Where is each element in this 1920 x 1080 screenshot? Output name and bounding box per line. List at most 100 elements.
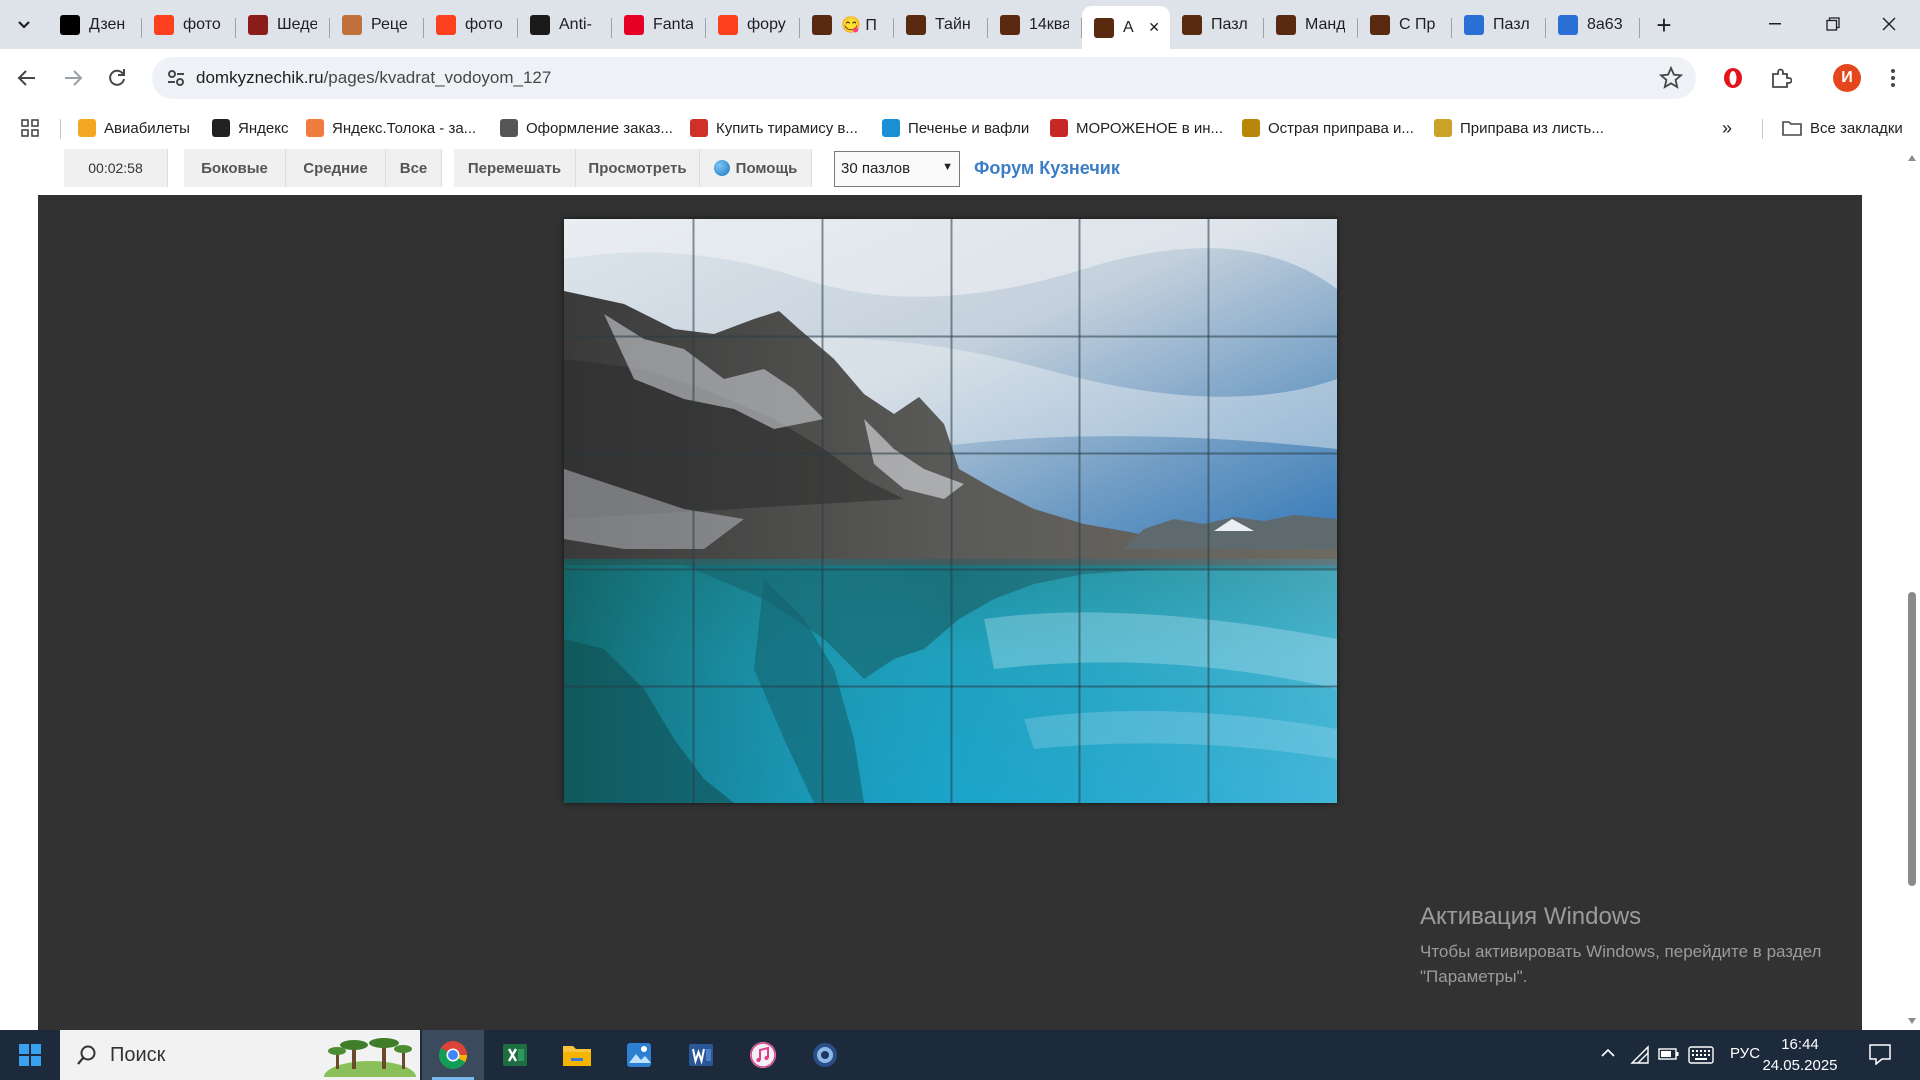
bookmark-item[interactable]: Острая приправа и... xyxy=(1242,115,1414,141)
all-button[interactable]: Все xyxy=(386,149,442,187)
taskbar-photos[interactable] xyxy=(608,1030,670,1080)
taskbar-word[interactable] xyxy=(670,1030,732,1080)
page-scrollbar[interactable] xyxy=(1904,149,1920,1030)
browser-tab[interactable]: Шеде xyxy=(236,6,330,43)
battery-icon[interactable] xyxy=(1658,1047,1680,1061)
back-button[interactable] xyxy=(10,61,44,95)
middle-button[interactable]: Средние xyxy=(286,149,386,187)
tab-search-button[interactable] xyxy=(10,11,38,39)
browser-tab[interactable]: Fanta xyxy=(612,6,706,43)
browser-tab[interactable]: Дзен xyxy=(48,6,142,43)
puzzle-blue-icon xyxy=(1464,14,1484,35)
windows-taskbar: Поиск РУС 16:44 24.05.2025 xyxy=(0,1030,1920,1080)
bookmark-item[interactable]: МОРОЖЕНОЕ в ин... xyxy=(1050,115,1223,141)
restore-button[interactable] xyxy=(1810,10,1856,38)
search-placeholder: Поиск xyxy=(110,1043,166,1066)
more-bookmarks-button[interactable]: » xyxy=(1722,115,1732,141)
taskbar-excel[interactable] xyxy=(484,1030,546,1080)
browser-tab[interactable]: фото xyxy=(142,6,236,43)
tab-title: Манд xyxy=(1305,15,1345,33)
browser-tab[interactable]: 8a63 xyxy=(1546,6,1640,43)
bookmarks-divider xyxy=(1762,119,1763,139)
forum-link[interactable]: Форум Кузнечик xyxy=(974,158,1120,179)
menu-button[interactable] xyxy=(1876,61,1910,95)
notifications-icon[interactable] xyxy=(1868,1043,1892,1065)
tab-title: Шеде xyxy=(277,15,317,33)
reload-button[interactable] xyxy=(100,61,134,95)
bookmarks-divider xyxy=(60,119,61,139)
kebab-menu-icon xyxy=(1891,69,1895,87)
scroll-up-arrow-icon[interactable] xyxy=(1908,155,1916,161)
scroll-thumb[interactable] xyxy=(1908,592,1916,886)
browser-tab[interactable]: фото xyxy=(424,6,518,43)
tab-title: фору xyxy=(747,15,786,33)
browser-tab[interactable]: 😋 П xyxy=(800,6,894,43)
browser-tab[interactable]: А ✕ xyxy=(1082,6,1170,49)
bookmark-favicon-icon xyxy=(1242,119,1260,137)
preview-button[interactable]: Просмотреть xyxy=(576,149,700,187)
bookmark-label: Печенье и вафли xyxy=(908,119,1030,137)
taskbar-file-explorer[interactable] xyxy=(546,1030,608,1080)
search-highlight-illustration-icon xyxy=(324,1038,416,1077)
sides-button[interactable]: Боковые xyxy=(184,149,286,187)
network-icon[interactable] xyxy=(1630,1045,1650,1065)
bookmark-item[interactable]: Купить тирамису в... xyxy=(690,115,858,141)
bookmark-item[interactable]: Оформление заказ... xyxy=(500,115,673,141)
show-hidden-icons-chevron-icon[interactable] xyxy=(1600,1048,1616,1058)
bookmark-item[interactable]: Печенье и вафли xyxy=(882,115,1029,141)
bookmark-label: Оформление заказ... xyxy=(526,119,673,137)
close-window-button[interactable] xyxy=(1866,10,1912,38)
browser-tab[interactable]: Anti- xyxy=(518,6,612,43)
excel-icon xyxy=(503,1044,527,1066)
bookmark-label: Яндекс xyxy=(238,119,289,137)
all-bookmarks-button[interactable]: Все закладки xyxy=(1782,115,1903,141)
site-settings-icon[interactable] xyxy=(164,66,188,90)
bookmark-item[interactable]: Приправа из листь... xyxy=(1434,115,1604,141)
bookmark-favicon-icon xyxy=(882,119,900,137)
activation-text: Чтобы активировать Windows, перейдите в … xyxy=(1420,942,1822,986)
bookmark-item[interactable]: Авиабилеты xyxy=(78,115,190,141)
profile-avatar[interactable]: И xyxy=(1833,64,1861,92)
tab-title: Пазл xyxy=(1211,15,1248,33)
address-bar[interactable]: domkyznechik.ru/pages/kvadrat_vodoyom_12… xyxy=(152,57,1696,99)
start-button[interactable] xyxy=(0,1030,60,1080)
apps-button[interactable] xyxy=(20,115,40,141)
forward-button[interactable] xyxy=(56,61,90,95)
bookmark-label: Приправа из листь... xyxy=(1460,119,1604,137)
browser-tab[interactable]: Манд xyxy=(1264,6,1358,43)
search-icon xyxy=(77,1045,96,1065)
extensions-button[interactable] xyxy=(1764,61,1798,95)
taskbar-clock[interactable]: 16:44 24.05.2025 xyxy=(1762,1034,1838,1076)
taskbar-itunes[interactable] xyxy=(732,1030,794,1080)
browser-tab[interactable]: С Пр xyxy=(1358,6,1452,43)
close-tab-icon[interactable]: ✕ xyxy=(1148,19,1160,36)
word-icon xyxy=(689,1044,713,1066)
tab-title: 😋 П xyxy=(841,16,877,34)
taskbar-chrome[interactable] xyxy=(422,1030,484,1080)
scroll-down-arrow-icon[interactable] xyxy=(1908,1018,1916,1024)
tab-title: Дзен xyxy=(89,15,126,33)
taskbar-search[interactable]: Поиск xyxy=(60,1030,420,1080)
new-tab-button[interactable]: + xyxy=(1650,12,1678,40)
browser-tab[interactable]: 14ква xyxy=(988,6,1082,43)
bookmark-star-icon[interactable] xyxy=(1658,65,1684,91)
puzzle-image[interactable] xyxy=(564,219,1337,803)
browser-toolbar: domkyznechik.ru/pages/kvadrat_vodoyom_12… xyxy=(0,49,1920,109)
keyboard-icon[interactable] xyxy=(1688,1046,1714,1064)
taskbar-app[interactable] xyxy=(794,1030,856,1080)
help-button[interactable]: Помощь xyxy=(700,149,812,187)
shuffle-button[interactable]: Перемешать xyxy=(454,149,576,187)
input-language[interactable]: РУС xyxy=(1730,1045,1760,1062)
browser-tab[interactable]: Реце xyxy=(330,6,424,43)
pieces-count-select[interactable]: 30 пазлов ▼ xyxy=(834,151,960,187)
bookmark-item[interactable]: Яндекс xyxy=(212,115,288,141)
browser-tab[interactable]: Пазл xyxy=(1452,6,1546,43)
puzzle-site-icon xyxy=(1094,17,1114,38)
minimize-button[interactable] xyxy=(1752,10,1798,38)
browser-tab[interactable]: Пазл xyxy=(1170,6,1264,43)
bookmark-item[interactable]: Яндекс.Толока - за... xyxy=(306,115,476,141)
browser-tab[interactable]: фору xyxy=(706,6,800,43)
opera-extension-button[interactable] xyxy=(1716,61,1750,95)
browser-tab[interactable]: Тайн xyxy=(894,6,988,43)
tab-title: Fanta xyxy=(653,15,693,33)
